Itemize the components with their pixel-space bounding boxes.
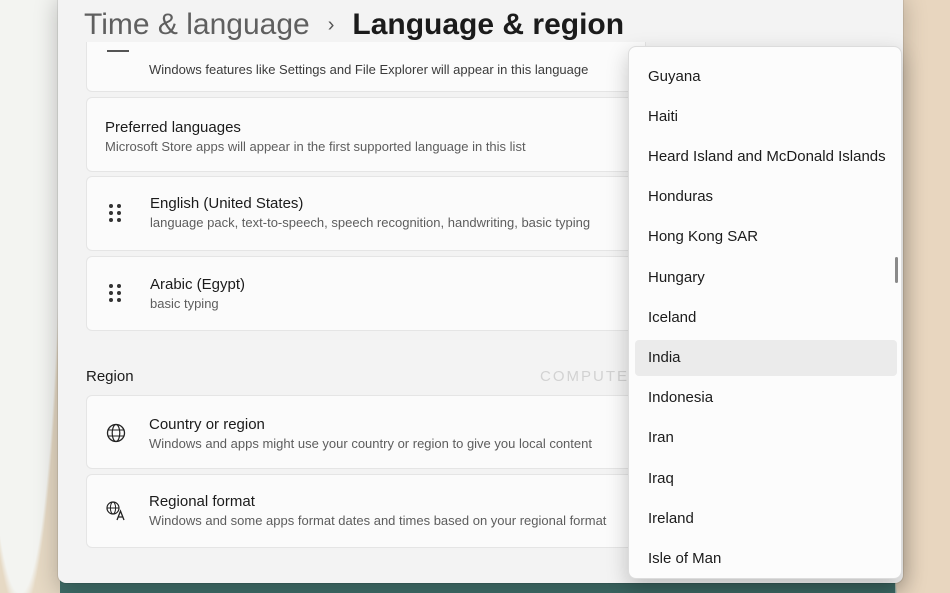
country-or-region-card[interactable]: Country or region Windows and apps might… — [86, 395, 646, 469]
preferred-languages-subtitle: Microsoft Store apps will appear in the … — [105, 139, 526, 154]
dropdown-scrollbar[interactable] — [895, 257, 898, 283]
language-features: basic typing — [150, 296, 219, 311]
page-title: Language & region — [352, 8, 625, 41]
region-section-label: Region — [86, 368, 134, 385]
language-name: Arabic (Egypt) — [150, 276, 246, 293]
dropdown-item-hungary[interactable]: Hungary — [635, 260, 897, 296]
regional-format-title: Regional format — [149, 493, 255, 510]
country-dropdown-list[interactable]: Guyana Haiti Heard Island and McDonald I… — [628, 46, 902, 579]
display-language-subtitle: Windows features like Settings and File … — [149, 62, 589, 77]
language-name: English (United States) — [150, 195, 304, 212]
dropdown-item-guyana[interactable]: Guyana — [635, 59, 897, 95]
dropdown-item-iceland[interactable]: Iceland — [635, 300, 897, 336]
desktop-wallpaper-right — [895, 0, 950, 593]
globe-icon — [106, 423, 126, 443]
dropdown-item-ireland[interactable]: Ireland — [635, 501, 897, 537]
dropdown-item-indonesia[interactable]: Indonesia — [635, 380, 897, 416]
dropdown-item-honduras[interactable]: Honduras — [635, 179, 897, 215]
regional-format-card[interactable]: Regional format Windows and some apps fo… — [86, 474, 646, 548]
dropdown-item-hong-kong[interactable]: Hong Kong SAR — [635, 219, 897, 255]
regional-format-icon — [106, 501, 125, 521]
language-features: language pack, text-to-speech, speech re… — [150, 215, 591, 230]
breadcrumb-parent[interactable]: Time & language — [84, 8, 310, 42]
drag-handle-icon[interactable] — [109, 284, 121, 302]
language-item-arabic[interactable]: Arabic (Egypt) basic typing — [86, 256, 646, 331]
dropdown-item-isle-of-man[interactable]: Isle of Man — [635, 541, 897, 577]
country-or-region-title: Country or region — [149, 416, 265, 433]
dropdown-item-haiti[interactable]: Haiti — [635, 99, 897, 135]
dropdown-item-heard-island[interactable]: Heard Island and McDonald Islands — [635, 139, 897, 175]
preferred-languages-title: Preferred languages — [105, 119, 241, 136]
breadcrumb-separator-icon: › — [327, 13, 335, 36]
preferred-languages-card: Preferred languages Microsoft Store apps… — [86, 97, 646, 172]
dropdown-item-iraq[interactable]: Iraq — [635, 461, 897, 497]
country-or-region-subtitle: Windows and apps might use your country … — [149, 436, 592, 451]
drag-handle-icon[interactable] — [109, 204, 121, 222]
dropdown-item-india[interactable]: India — [635, 340, 897, 376]
regional-format-subtitle: Windows and some apps format dates and t… — [149, 513, 607, 528]
language-item-english[interactable]: English (United States) language pack, t… — [86, 176, 646, 251]
dropdown-item-iran[interactable]: Iran — [635, 420, 897, 456]
language-icon — [107, 50, 129, 52]
breadcrumb: Time & language › Language & region — [84, 8, 624, 42]
desktop-wallpaper-left — [0, 0, 60, 593]
display-language-card[interactable]: Windows features like Settings and File … — [86, 42, 646, 92]
